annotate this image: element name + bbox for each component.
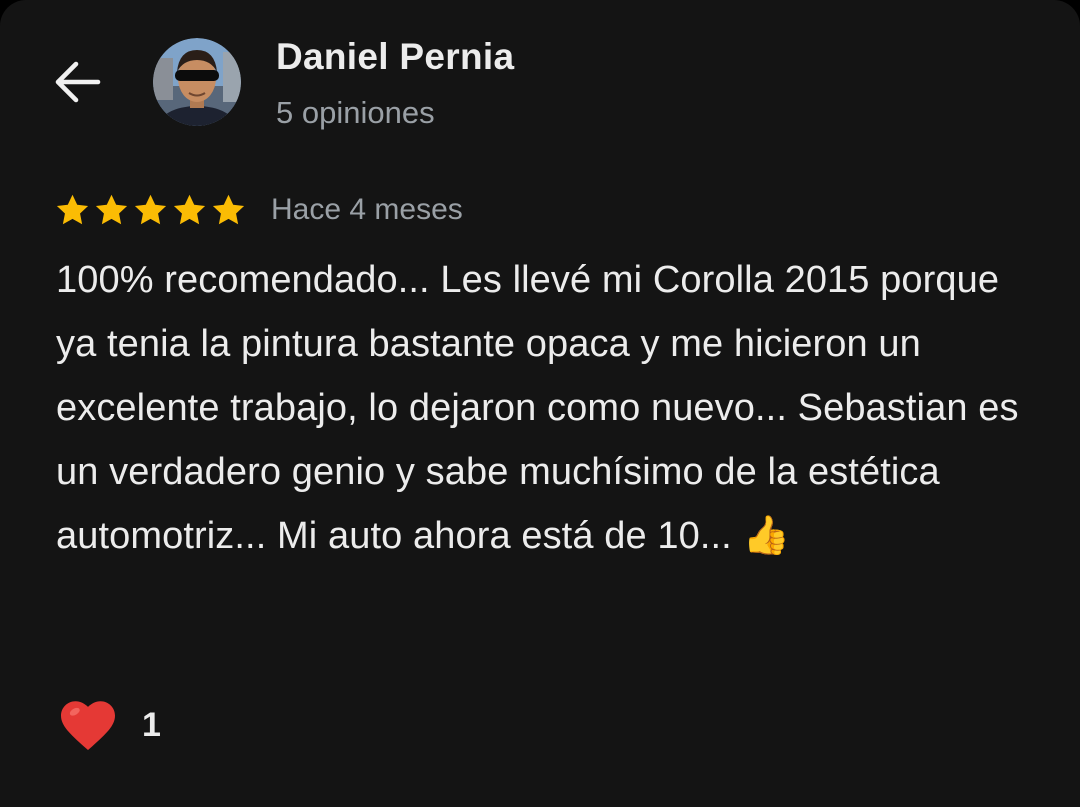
review-date: Hace 4 meses [271, 193, 463, 226]
star-icon [171, 192, 208, 229]
review-text: 100% recomendado... Les llevé mi Corolla… [56, 259, 1019, 557]
author-review-count: 5 opiniones [276, 95, 435, 130]
heart-icon [58, 698, 118, 752]
rating-row: Hace 4 meses [54, 190, 463, 230]
avatar[interactable] [153, 38, 241, 126]
star-icon [93, 192, 130, 229]
user-photo-icon [153, 38, 241, 126]
star-icon [132, 192, 169, 229]
star-icon [54, 192, 91, 229]
review-detail-card: Daniel Pernia 5 opiniones Hace 4 meses 1… [0, 0, 1080, 807]
reaction-count: 1 [142, 705, 161, 744]
arrow-left-icon [55, 61, 101, 103]
back-button[interactable] [48, 56, 104, 108]
author-name[interactable]: Daniel Pernia [276, 36, 514, 78]
heart-reaction-button[interactable]: 1 [58, 695, 161, 755]
star-rating [54, 192, 247, 229]
star-icon [210, 192, 247, 229]
